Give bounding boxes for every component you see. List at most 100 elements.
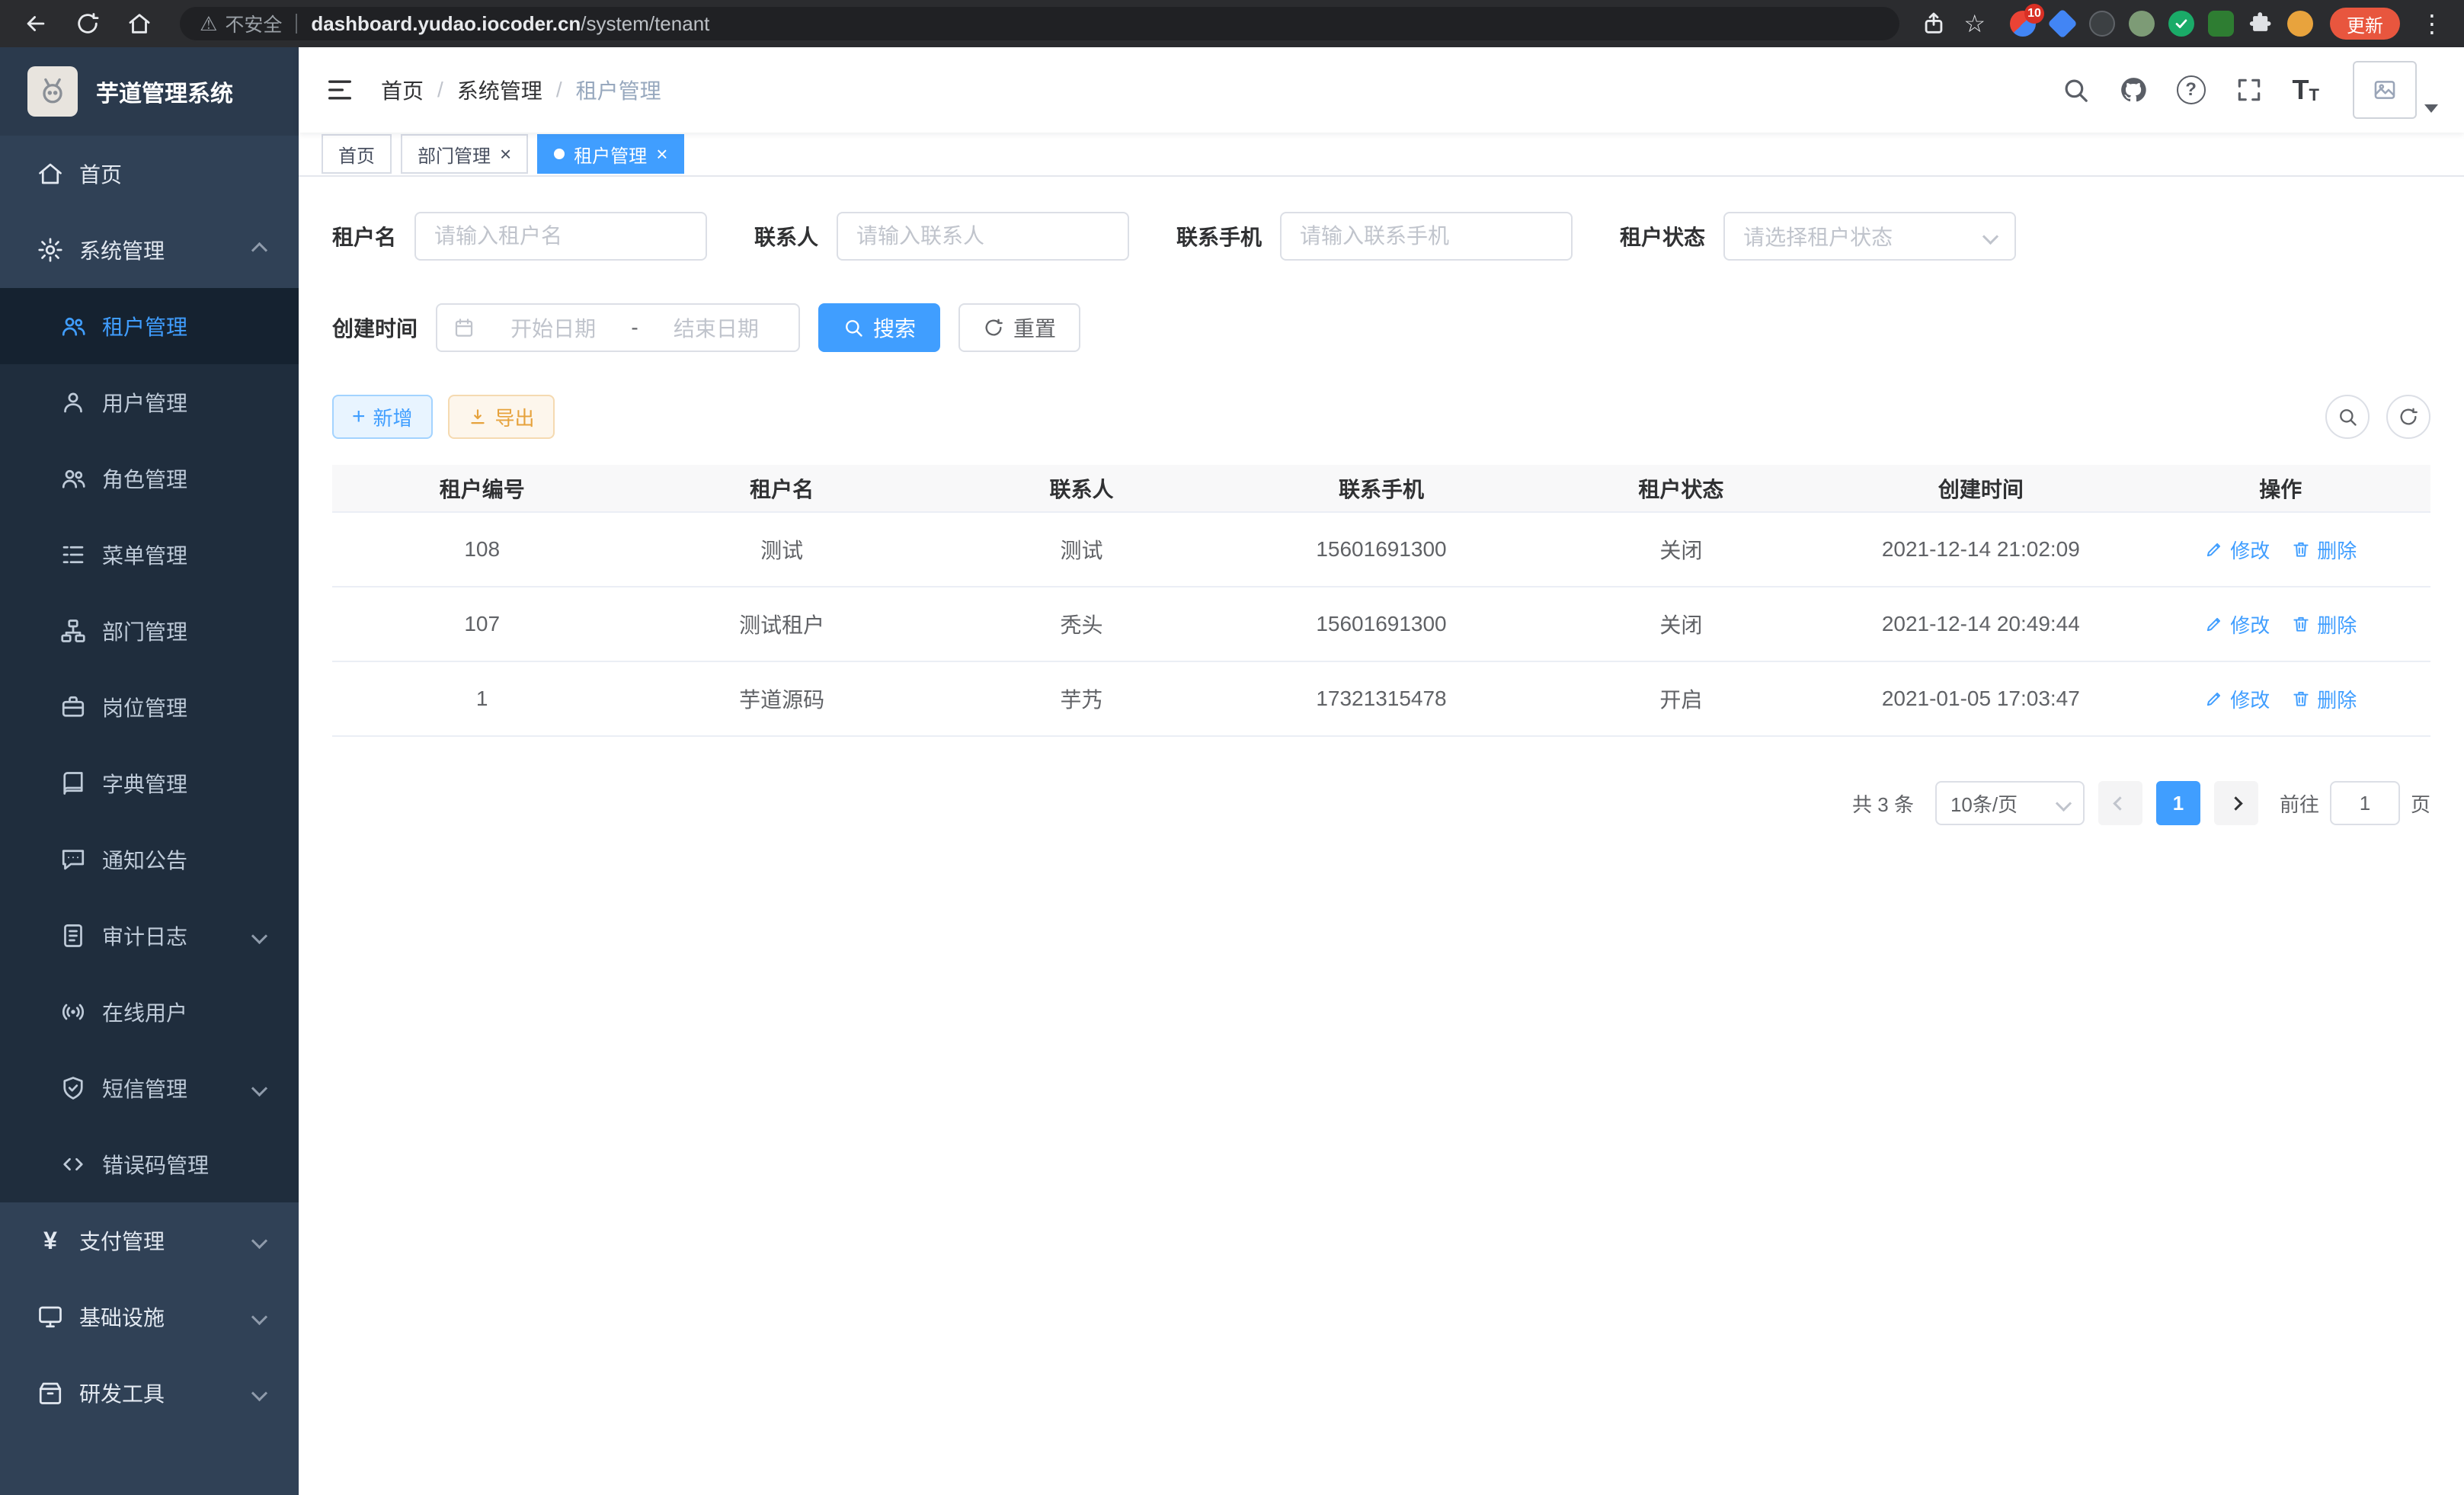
delete-link[interactable]: 删除 xyxy=(2291,610,2357,639)
goto-page: 前往 页 xyxy=(2280,781,2430,825)
cell-contact: 秃头 xyxy=(932,587,1231,661)
extension-icon[interactable] xyxy=(2168,11,2194,37)
filter-row-1: 租户名 联系人 联系手机 租户状态 请选择租户状态 xyxy=(332,212,2430,261)
sidebar-item-dev-tools[interactable]: 研发工具 xyxy=(0,1355,299,1431)
share-icon[interactable] xyxy=(1921,11,1947,37)
sidebar-item-error-code[interactable]: 错误码管理 xyxy=(0,1126,299,1202)
fullscreen-icon[interactable] xyxy=(2235,75,2264,104)
sidebar-item-audit-log[interactable]: 审计日志 xyxy=(0,898,299,974)
back-icon[interactable] xyxy=(23,11,49,37)
edit-link[interactable]: 修改 xyxy=(2204,536,2270,564)
help-icon[interactable]: ? xyxy=(2177,75,2206,104)
contact-input[interactable] xyxy=(837,212,1129,261)
sidebar-item-online-user[interactable]: 在线用户 xyxy=(0,974,299,1050)
user-avatar-menu[interactable] xyxy=(2353,61,2438,119)
toggle-search-button[interactable] xyxy=(2325,395,2370,439)
refresh-table-button[interactable] xyxy=(2386,395,2430,439)
add-button[interactable]: + 新增 xyxy=(332,395,433,439)
delete-link[interactable]: 删除 xyxy=(2291,536,2357,564)
table-row: 108 测试 测试 15601691300 关闭 2021-12-14 21:0… xyxy=(332,512,2430,587)
export-button[interactable]: 导出 xyxy=(448,395,555,439)
sidebar-item-home[interactable]: 首页 xyxy=(0,136,299,212)
extensions-puzzle-icon[interactable] xyxy=(2248,11,2274,37)
extension-icon[interactable]: 10 xyxy=(2010,11,2036,37)
date-range-picker[interactable]: 开始日期 - 结束日期 xyxy=(436,303,800,352)
sidebar: 芋道管理系统 首页 系统管理 租户管理 用户管理 xyxy=(0,47,299,1495)
sidebar-item-notice[interactable]: 通知公告 xyxy=(0,821,299,898)
sidebar-item-payment[interactable]: ¥ 支付管理 xyxy=(0,1202,299,1279)
reset-button[interactable]: 重置 xyxy=(958,303,1080,352)
browser-update-button[interactable]: 更新 xyxy=(2330,8,2400,40)
github-icon[interactable] xyxy=(2119,75,2148,104)
sidebar-item-dict[interactable]: 字典管理 xyxy=(0,745,299,821)
tab-tenant[interactable]: 租户管理 × xyxy=(537,134,684,174)
page-size-select[interactable]: 10条/页 xyxy=(1935,781,2085,825)
field-label: 租户名 xyxy=(332,221,396,251)
filter-phone: 联系手机 xyxy=(1176,212,1573,261)
extension-icon[interactable] xyxy=(2208,11,2234,37)
sidebar-item-system[interactable]: 系统管理 xyxy=(0,212,299,288)
sidebar-collapse-icon[interactable] xyxy=(325,75,355,105)
next-page-button[interactable] xyxy=(2214,781,2258,825)
sidebar-item-menu[interactable]: 菜单管理 xyxy=(0,517,299,593)
tab-home[interactable]: 首页 xyxy=(322,134,392,174)
message-icon xyxy=(59,846,87,873)
page-number-button[interactable]: 1 xyxy=(2156,781,2200,825)
extension-icon[interactable] xyxy=(2089,11,2115,37)
tab-dept[interactable]: 部门管理 × xyxy=(401,134,528,174)
url-domain: dashboard.yudao.iocoder.cn xyxy=(311,12,581,36)
address-bar[interactable]: ⚠ 不安全 dashboard.yudao.iocoder.cn /system… xyxy=(180,7,1899,40)
date-start-placeholder: 开始日期 xyxy=(486,312,620,343)
search-icon[interactable] xyxy=(2061,75,2090,104)
browser-menu-icon[interactable]: ⋮ xyxy=(2417,11,2447,36)
cell-name: 芋道源码 xyxy=(632,661,931,736)
home-icon[interactable] xyxy=(126,11,152,37)
prev-page-button[interactable] xyxy=(2098,781,2142,825)
browser-window: ⚠ 不安全 dashboard.yudao.iocoder.cn /system… xyxy=(0,0,2464,1495)
chevron-right-icon xyxy=(2229,796,2243,810)
app-logo[interactable]: 芋道管理系统 xyxy=(0,47,299,136)
broken-image-icon xyxy=(2372,77,2398,103)
delete-link[interactable]: 删除 xyxy=(2291,685,2357,713)
phone-input[interactable] xyxy=(1280,212,1573,261)
row-operations: 修改 删除 xyxy=(2131,662,2430,735)
home-icon xyxy=(37,160,64,187)
browser-actions: ☆ 10 更新 ⋮ xyxy=(1921,8,2447,40)
sidebar-item-tenant[interactable]: 租户管理 xyxy=(0,288,299,364)
user-icon xyxy=(59,389,87,416)
breadcrumb-system[interactable]: 系统管理 xyxy=(457,75,542,105)
breadcrumb-home[interactable]: 首页 xyxy=(381,75,424,105)
status-select[interactable]: 请选择租户状态 xyxy=(1723,212,2016,261)
edit-link[interactable]: 修改 xyxy=(2204,685,2270,713)
bookmark-star-icon[interactable]: ☆ xyxy=(1963,11,1986,36)
sidebar-item-label: 字典管理 xyxy=(102,768,187,799)
reload-icon[interactable] xyxy=(75,11,101,37)
chevron-down-icon xyxy=(251,1232,267,1248)
extension-icon[interactable] xyxy=(2050,11,2075,37)
extension-icon[interactable] xyxy=(2129,11,2155,37)
sidebar-item-user[interactable]: 用户管理 xyxy=(0,364,299,440)
sidebar-item-dept[interactable]: 部门管理 xyxy=(0,593,299,669)
cell-name: 测试 xyxy=(632,512,931,587)
filter-status: 租户状态 请选择租户状态 xyxy=(1620,212,2016,261)
tenant-name-input[interactable] xyxy=(414,212,707,261)
font-size-icon[interactable]: TT xyxy=(2293,76,2319,104)
profile-avatar-icon[interactable] xyxy=(2287,11,2313,37)
edit-link[interactable]: 修改 xyxy=(2204,610,2270,639)
refresh-icon xyxy=(2398,406,2419,427)
sidebar-item-sms[interactable]: 短信管理 xyxy=(0,1050,299,1126)
field-label: 租户状态 xyxy=(1620,221,1705,251)
yen-icon: ¥ xyxy=(37,1227,64,1254)
sidebar-item-post[interactable]: 岗位管理 xyxy=(0,669,299,745)
search-button[interactable]: 搜索 xyxy=(818,303,940,352)
field-label: 联系人 xyxy=(754,221,818,251)
sidebar-item-infra[interactable]: 基础设施 xyxy=(0,1279,299,1355)
browser-nav-buttons xyxy=(17,11,158,37)
sidebar-item-label: 错误码管理 xyxy=(102,1149,209,1180)
goto-page-input[interactable] xyxy=(2330,781,2400,825)
security-warning-icon[interactable]: ⚠ xyxy=(200,12,217,36)
sidebar-item-role[interactable]: 角色管理 xyxy=(0,440,299,517)
close-icon[interactable]: × xyxy=(656,144,667,164)
close-icon[interactable]: × xyxy=(500,144,511,164)
breadcrumb-separator: / xyxy=(437,78,443,102)
